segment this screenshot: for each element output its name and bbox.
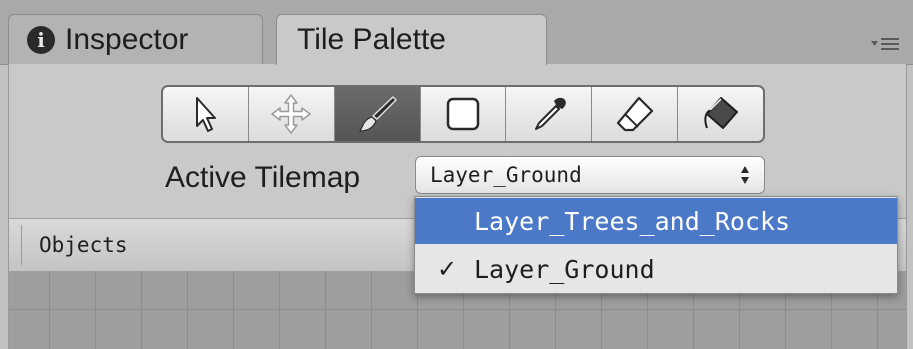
select-arrow-icon xyxy=(196,97,217,132)
active-tilemap-value: Layer_Ground xyxy=(430,163,582,187)
dropdown-option-label: Layer_Trees_and_Rocks xyxy=(474,206,791,236)
picker-tool-button[interactable] xyxy=(506,87,593,141)
box-fill-tool-button[interactable] xyxy=(421,87,507,141)
select-updown-icon xyxy=(741,166,749,184)
checkmark-icon: ✓ xyxy=(437,255,458,283)
tilemap-dropdown-menu: Layer_Trees_and_Rocks ✓ Layer_Ground xyxy=(414,196,898,294)
move-arrows-icon xyxy=(271,94,312,134)
eraser-icon xyxy=(616,96,653,132)
dropdown-option-ground[interactable]: ✓ Layer_Ground xyxy=(415,246,897,292)
tab-inspector[interactable]: i Inspector xyxy=(8,14,263,64)
move-tool-button[interactable] xyxy=(249,87,335,141)
tile-tools-toolbar xyxy=(161,85,765,143)
tab-inspector-label: Inspector xyxy=(65,22,189,56)
eyedropper-icon xyxy=(534,97,566,130)
dropdown-option-trees-and-rocks[interactable]: Layer_Trees_and_Rocks xyxy=(415,198,897,244)
active-tilemap-label: Active Tilemap xyxy=(165,161,361,194)
flood-fill-icon xyxy=(703,97,738,129)
fill-tool-button[interactable] xyxy=(678,87,763,141)
paintbrush-icon xyxy=(359,96,397,132)
paint-tool-button[interactable] xyxy=(334,87,421,141)
active-tilemap-select[interactable]: Layer_Ground xyxy=(415,156,765,194)
header-divider xyxy=(21,225,22,265)
info-icon: i xyxy=(27,25,55,54)
tab-tile-palette-label: Tile Palette xyxy=(297,23,446,56)
box-fill-icon xyxy=(446,97,480,131)
panel-menu-icon[interactable] xyxy=(871,34,901,54)
dropdown-option-label: Layer_Ground xyxy=(474,254,655,284)
tab-tile-palette[interactable]: Tile Palette xyxy=(276,14,547,65)
eraser-tool-button[interactable] xyxy=(592,87,679,141)
select-tool-button[interactable] xyxy=(163,87,249,141)
editor-tab-strip: i Inspector Tile Palette xyxy=(0,0,913,65)
objects-label: Objects xyxy=(39,233,128,257)
